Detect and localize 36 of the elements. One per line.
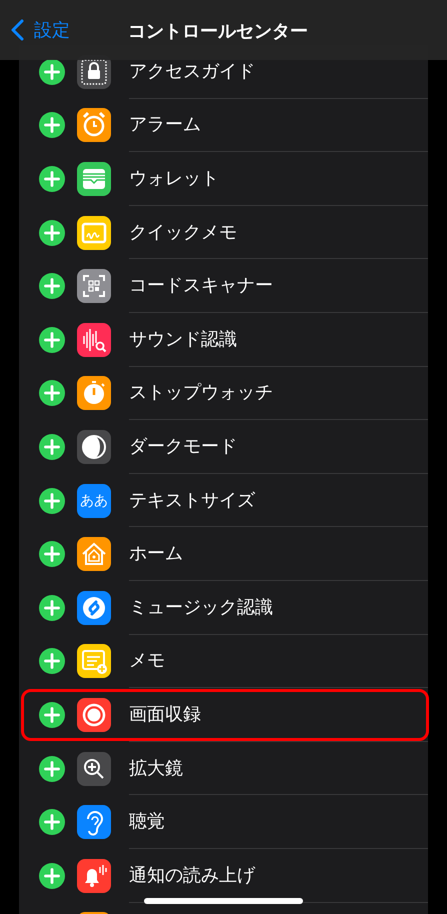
add-button[interactable]: [39, 648, 65, 674]
back-chevron-icon: [10, 19, 24, 41]
add-button[interactable]: [39, 434, 65, 460]
screen-title: コントロールセンター: [128, 20, 308, 44]
add-button[interactable]: [39, 702, 65, 728]
add-button[interactable]: [39, 380, 65, 406]
control-label: メモ: [129, 649, 165, 674]
control-label: ウォレット: [129, 166, 219, 191]
control-label: コードスキャナー: [129, 274, 273, 298]
add-button[interactable]: [39, 273, 65, 300]
control-label: ストップウォッチ: [129, 381, 273, 406]
control-label: アクセスガイド: [129, 60, 255, 84]
add-button[interactable]: [39, 166, 65, 192]
add-button[interactable]: [39, 326, 65, 353]
add-button[interactable]: [39, 112, 65, 138]
control-label: 画面収録: [129, 702, 201, 727]
back-button[interactable]: 設定: [10, 16, 70, 44]
control-label: 聴覚: [129, 810, 165, 834]
add-button[interactable]: [39, 58, 65, 85]
control-label: テキストサイズ: [129, 488, 255, 513]
control-label: ミュージック認識: [129, 596, 273, 620]
control-label: クイックメモ: [129, 220, 237, 245]
add-button[interactable]: [39, 541, 65, 568]
add-button[interactable]: [39, 756, 65, 782]
add-button[interactable]: [39, 809, 65, 836]
add-button[interactable]: [39, 488, 65, 514]
control-label: 通知の読み上げ: [129, 864, 255, 888]
control-label: サウンド認識: [129, 328, 237, 352]
add-button[interactable]: [39, 220, 65, 246]
control-label: ダークモード: [129, 434, 237, 459]
control-label: 拡大鏡: [129, 756, 183, 781]
control-label: ホーム: [129, 542, 183, 566]
add-button[interactable]: [39, 594, 65, 621]
add-button[interactable]: [39, 862, 65, 889]
control-label: アラーム: [129, 113, 201, 138]
text-size-icon: ああ: [77, 484, 111, 518]
